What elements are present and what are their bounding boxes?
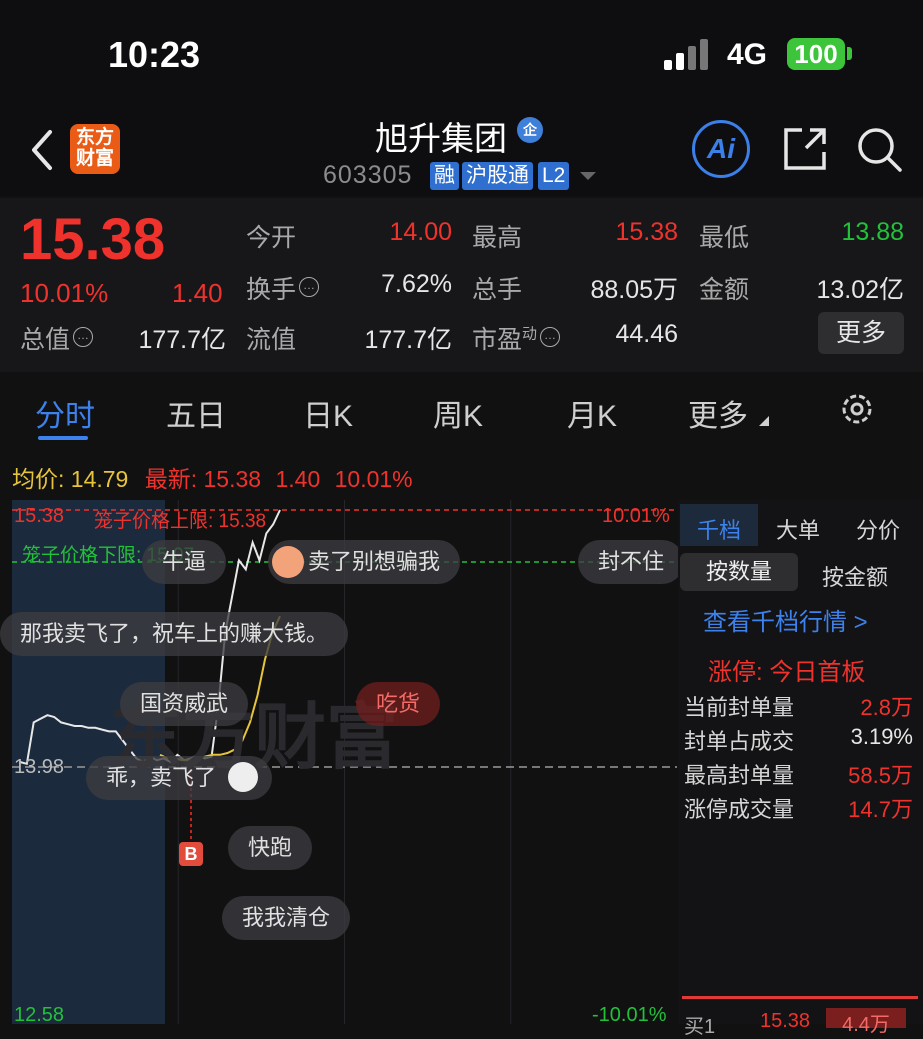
- tag-connect: 沪股通: [462, 162, 533, 190]
- row-label: 最高封单量: [684, 763, 795, 788]
- buy-marker[interactable]: B: [179, 842, 203, 866]
- tab-daily-k[interactable]: 日K: [303, 391, 353, 435]
- latest-label: 最新:: [144, 466, 198, 492]
- axis-top-price: 15.38: [14, 505, 65, 527]
- low-label: 最低: [699, 224, 750, 252]
- app-logo[interactable]: 东方 财富: [70, 124, 120, 174]
- comment-bubble[interactable]: 国资威武: [120, 682, 249, 726]
- info-icon: …: [540, 326, 561, 347]
- mktcap-label[interactable]: 总值…: [20, 320, 94, 356]
- stock-name: 旭升集团: [375, 120, 507, 157]
- row-label: 封单占成交: [684, 729, 795, 754]
- tag-margin: 融: [430, 162, 459, 190]
- row-label: 当前封单量: [684, 695, 795, 720]
- ai-button[interactable]: Ai: [692, 120, 750, 178]
- settings-gear-icon[interactable]: [838, 390, 876, 428]
- tab-weekly-k[interactable]: 周K: [433, 391, 483, 435]
- tab-depth[interactable]: 千档: [697, 513, 741, 545]
- open-label: 今开: [246, 224, 297, 252]
- tab-more[interactable]: 更多: [688, 391, 748, 435]
- logo-line1: 东方: [75, 127, 114, 148]
- row-value: 2.8万: [860, 695, 913, 720]
- book-price: 15.38: [760, 1010, 811, 1032]
- dropdown-icon[interactable]: [580, 172, 596, 182]
- change-percent: 10.01%: [20, 278, 109, 308]
- turnover-value: 7.62%: [381, 270, 452, 298]
- tab-price-dist[interactable]: 分价: [856, 513, 900, 545]
- by-amount-button[interactable]: 按金额: [822, 560, 888, 592]
- tab-big-orders[interactable]: 大单: [776, 513, 820, 545]
- book-level-label: 买1: [684, 1016, 716, 1038]
- avg-value: 14.79: [70, 466, 129, 492]
- amount-value: 13.02亿: [816, 276, 904, 304]
- volume-label: 总手: [472, 276, 523, 304]
- book-qty: 4.4万: [826, 1008, 906, 1036]
- comment-bubble[interactable]: 我我清仓: [222, 896, 351, 940]
- row-value: 14.7万: [848, 797, 913, 822]
- stock-code: 603305: [323, 161, 413, 189]
- cage-upper-label: 笼子价格上限: 15.38: [94, 511, 267, 532]
- tab-five-day[interactable]: 五日: [166, 391, 226, 435]
- pe-label[interactable]: 市盈动…: [472, 320, 561, 356]
- comment-bubble[interactable]: 快跑: [228, 826, 313, 870]
- share-icon[interactable]: [782, 126, 828, 172]
- latest-change: 1.40: [275, 466, 321, 492]
- row-label: 涨停成交量: [684, 797, 795, 822]
- latest-pct: 10.01%: [334, 466, 413, 492]
- turnover-label: 换手…: [246, 270, 320, 306]
- signal-icon: [664, 38, 712, 70]
- status-time: 10:23: [108, 34, 201, 75]
- tab-intraday[interactable]: 分时: [35, 391, 95, 435]
- more-fields-button[interactable]: 更多: [818, 312, 904, 354]
- limit-up-title: 涨停: 今日首板: [708, 659, 866, 686]
- float-value: 177.7亿: [364, 326, 452, 354]
- back-icon[interactable]: [28, 128, 56, 172]
- info-icon: …: [299, 276, 320, 297]
- battery-tip: [847, 47, 852, 60]
- info-icon: …: [73, 326, 94, 347]
- comment-bubble[interactable]: 牛逼: [142, 540, 227, 584]
- more-triangle-icon: [759, 416, 769, 426]
- low-value: 13.88: [841, 218, 904, 246]
- high-label: 最高: [472, 224, 523, 252]
- view-depth-link[interactable]: 查看千档行情 >: [703, 602, 868, 637]
- state-owned-badge: 企: [517, 117, 543, 143]
- avg-label: 均价:: [12, 466, 65, 492]
- search-icon[interactable]: [856, 126, 904, 174]
- comment-bubble[interactable]: 那我卖飞了，祝车上的赚大钱。: [0, 612, 349, 656]
- open-value: 14.00: [389, 218, 452, 246]
- pe-value: 44.46: [615, 320, 678, 348]
- logo-line2: 财富: [75, 148, 114, 169]
- mktcap-value: 177.7亿: [138, 326, 226, 354]
- row-value: 58.5万: [848, 763, 913, 788]
- emoji-avatar-icon: [272, 546, 304, 578]
- axis-mid-price: 13.98: [14, 756, 65, 778]
- tab-monthly-k[interactable]: 月K: [567, 391, 617, 435]
- emoji-ghost-icon: [228, 762, 259, 792]
- axis-top-pct: 10.01%: [602, 505, 670, 527]
- high-value: 15.38: [615, 218, 678, 246]
- comment-bubble[interactable]: 卖了别想骗我: [268, 540, 461, 584]
- row-value: 3.19%: [850, 724, 913, 749]
- comment-bubble[interactable]: 吃货: [356, 682, 441, 726]
- comment-bubble[interactable]: 封不住: [578, 540, 685, 584]
- tag-level2: L2: [538, 162, 570, 190]
- comment-bubble[interactable]: 乖，卖飞了: [86, 756, 273, 800]
- book-divider: [682, 996, 918, 999]
- network-type: 4G: [727, 38, 768, 71]
- avg-price-row: 均价: 14.79 最新: 15.38 1.40 10.01%: [12, 460, 413, 494]
- by-quantity-button[interactable]: 按数量: [680, 553, 798, 591]
- float-label: 流值: [246, 326, 297, 354]
- change-amount: 1.40: [172, 278, 223, 308]
- amount-label: 金额: [699, 276, 750, 304]
- battery-icon: 100: [787, 38, 845, 70]
- volume-value: 88.05万: [590, 276, 678, 304]
- current-price: 15.38: [20, 207, 166, 272]
- tab-underline: [38, 436, 88, 440]
- latest-value: 15.38: [203, 466, 262, 492]
